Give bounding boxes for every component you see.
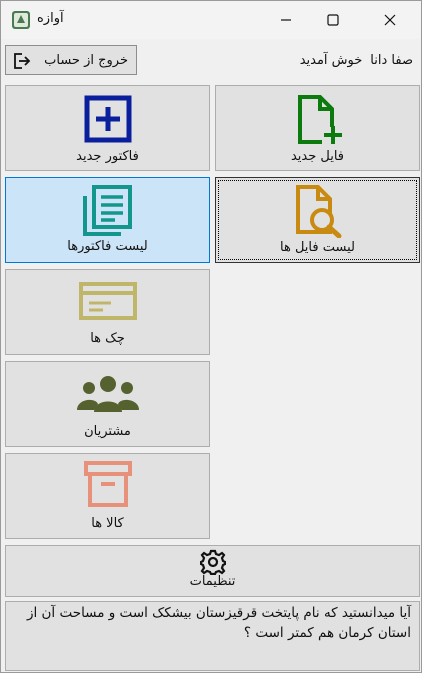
settings-label: تنظیمات bbox=[189, 574, 236, 589]
close-button[interactable] bbox=[367, 1, 413, 39]
minimize-button[interactable] bbox=[263, 1, 309, 39]
close-icon bbox=[384, 14, 396, 26]
invoice-list-label: لیست فاکتورها bbox=[67, 239, 148, 254]
goods-label: کالا ها bbox=[91, 516, 124, 531]
file-search-icon bbox=[292, 184, 344, 242]
new-invoice-label: فاکتور جدید bbox=[76, 149, 139, 164]
file-plus-icon bbox=[292, 94, 344, 150]
archive-box-icon bbox=[83, 460, 133, 512]
logout-icon bbox=[13, 53, 31, 73]
title-bar[interactable]: آوازه bbox=[1, 1, 421, 39]
check-card-icon bbox=[78, 282, 137, 326]
window-title: آوازه bbox=[37, 11, 64, 26]
settings-button[interactable]: تنظیمات bbox=[5, 545, 420, 597]
invoice-list-button[interactable]: لیست فاکتورها bbox=[5, 177, 210, 263]
checks-button[interactable]: چک ها bbox=[5, 269, 210, 355]
customers-button[interactable]: مشتریان bbox=[5, 361, 210, 447]
new-invoice-button[interactable]: فاکتور جدید bbox=[5, 85, 210, 171]
documents-stack-icon bbox=[81, 184, 135, 242]
minimize-icon bbox=[281, 19, 291, 21]
users-icon bbox=[76, 374, 140, 418]
goods-button[interactable]: کالا ها bbox=[5, 453, 210, 539]
welcome-label: خوش آمدید bbox=[299, 53, 363, 68]
customers-label: مشتریان bbox=[84, 424, 131, 439]
maximize-button[interactable] bbox=[310, 1, 356, 39]
logout-button[interactable]: خروج از حساب bbox=[5, 45, 137, 75]
did-you-know-tip: آیا میدانستید که نام پایتخت قرقیزستان بی… bbox=[5, 601, 420, 671]
welcome-text: صفا دانا خوش آمدید bbox=[292, 53, 413, 68]
app-window: آوازه خروج از حساب صفا داناخوش آمدید فای… bbox=[0, 0, 422, 673]
new-file-button[interactable]: فایل جدید bbox=[215, 85, 420, 171]
maximize-icon bbox=[327, 14, 339, 26]
checks-label: چک ها bbox=[90, 331, 125, 346]
file-list-button[interactable]: لیست فایل ها bbox=[215, 177, 420, 263]
new-file-label: فایل جدید bbox=[290, 149, 345, 164]
logout-label: خروج از حساب bbox=[44, 52, 128, 68]
file-list-label: لیست فایل ها bbox=[280, 240, 355, 255]
user-name: صفا دانا bbox=[370, 53, 413, 68]
app-logo-icon bbox=[11, 10, 31, 30]
plus-square-icon bbox=[84, 95, 132, 147]
